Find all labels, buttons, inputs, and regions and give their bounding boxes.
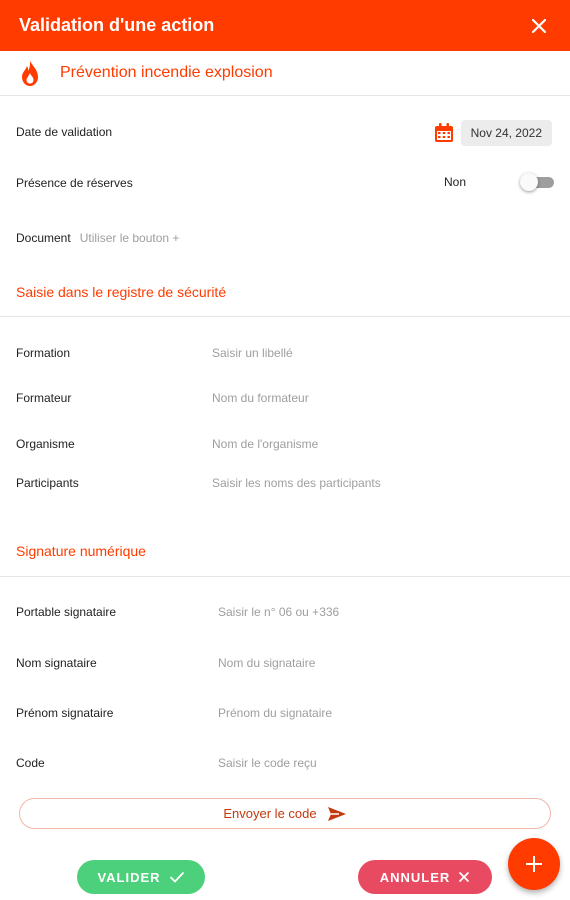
close-icon xyxy=(532,18,546,33)
reserves-value: Non xyxy=(443,175,466,189)
reserves-label: Présence de réserves xyxy=(16,176,133,190)
page-title: Validation d'une action xyxy=(19,15,215,35)
date-picker[interactable]: Nov 24, 2022 xyxy=(433,120,552,146)
signature-section-title: Signature numérique xyxy=(16,543,146,559)
organisme-label: Organisme xyxy=(16,437,75,451)
portable-input[interactable]: Saisir le n° 06 ou +336 xyxy=(218,605,339,619)
close-button[interactable] xyxy=(527,14,551,38)
cancel-label: ANNULER xyxy=(379,869,451,885)
document-row: Document Utiliser le bouton + xyxy=(16,231,554,245)
registre-section-title: Saisie dans le registre de sécurité xyxy=(16,284,227,300)
document-label: Document xyxy=(16,231,71,245)
toggle-thumb xyxy=(520,173,538,191)
reserves-toggle[interactable] xyxy=(520,172,554,192)
add-fab-button[interactable] xyxy=(508,838,560,890)
formateur-label: Formateur xyxy=(16,391,72,405)
date-value[interactable]: Nov 24, 2022 xyxy=(460,120,552,146)
validate-button[interactable]: VALIDER xyxy=(77,860,205,894)
nom-signataire-input[interactable]: Nom du signataire xyxy=(218,656,315,670)
participants-label: Participants xyxy=(16,476,79,490)
send-icon xyxy=(327,806,346,821)
code-input: Saisir le code reçu xyxy=(218,756,317,770)
flame-icon xyxy=(22,60,38,86)
formation-label: Formation xyxy=(16,346,71,360)
check-icon xyxy=(169,871,184,883)
date-label: Date de validation xyxy=(16,125,113,139)
send-code-button[interactable]: Envoyer le code xyxy=(19,798,551,829)
signature-divider xyxy=(0,576,570,577)
send-code-label: Envoyer le code xyxy=(223,806,317,821)
plus-icon xyxy=(526,856,542,872)
organisme-input[interactable]: Nom de l'organisme xyxy=(212,437,318,451)
portable-label: Portable signataire xyxy=(16,605,117,619)
calendar-icon[interactable] xyxy=(433,122,455,144)
code-label: Code xyxy=(16,756,45,770)
close-icon xyxy=(459,871,470,883)
app-bar: Validation d'une action xyxy=(0,0,570,51)
reserves-toggle-row: Non xyxy=(444,172,554,192)
action-category-title: Prévention incendie explosion xyxy=(60,64,273,81)
action-category-header: Prévention incendie explosion xyxy=(0,51,570,96)
prenom-signataire-input[interactable]: Prénom du signataire xyxy=(218,706,332,720)
prenom-signataire-label: Prénom signataire xyxy=(16,706,114,720)
document-hint: Utiliser le bouton + xyxy=(79,231,180,245)
nom-signataire-label: Nom signataire xyxy=(16,656,97,670)
formateur-input[interactable]: Nom du formateur xyxy=(212,391,309,405)
formation-input[interactable]: Saisir un libellé xyxy=(212,346,293,360)
registre-divider xyxy=(0,316,570,317)
cancel-button[interactable]: ANNULER xyxy=(358,860,492,894)
participants-input[interactable]: Saisir les noms des participants xyxy=(212,476,381,490)
validate-label: VALIDER xyxy=(97,869,161,885)
